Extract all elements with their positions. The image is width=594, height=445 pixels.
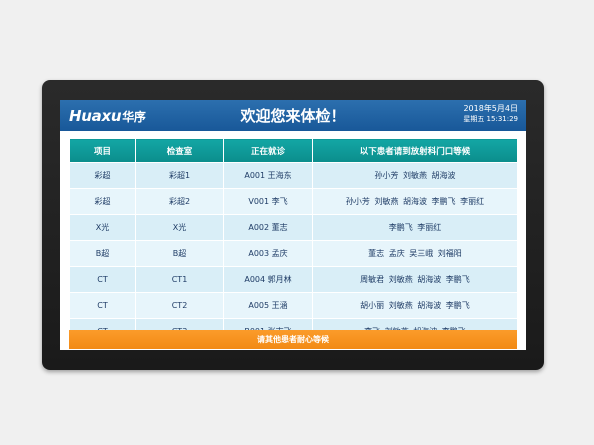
cell-waiting: 李鹏飞 李丽红	[312, 214, 518, 241]
cell-waiting: 董志 孟庆 吴三峨 刘福阳	[312, 240, 518, 267]
column-header-waiting: 以下患者请到放射科门口等候	[312, 138, 518, 163]
cell-waiting: 周敏君 刘敏燕 胡海波 李鹏飞	[312, 266, 518, 293]
cell-current: V001 李飞	[223, 188, 313, 215]
cell-item: X光	[69, 214, 136, 241]
monitor-frame: Huaxu华序 欢迎您来体检！ 2018年5月4日 星期五 15:31:29 项…	[42, 80, 544, 370]
table-row: CT CT2 A005 王涵 胡小丽 刘敏燕 胡海波 李鹏飞	[69, 292, 518, 319]
display-screen: Huaxu华序 欢迎您来体检！ 2018年5月4日 星期五 15:31:29 项…	[60, 100, 526, 350]
cell-waiting: 胡小丽 刘敏燕 胡海波 李鹏飞	[312, 292, 518, 319]
cell-room: CT1	[135, 266, 224, 293]
page-title: 欢迎您来体检！	[240, 107, 346, 125]
table-row: X光 X光 A002 董志 李鹏飞 李丽红	[69, 214, 518, 241]
column-header-current: 正在就诊	[223, 138, 313, 163]
date-text: 2018年5月4日	[463, 104, 518, 113]
cell-item: 彩超	[69, 162, 136, 189]
queue-table: 项目 检查室 正在就诊 以下患者请到放射科门口等候 彩超 彩超1 A001 王海…	[69, 138, 518, 345]
column-header-item: 项目	[69, 138, 136, 163]
cell-item: B超	[69, 240, 136, 267]
cell-room: B超	[135, 240, 224, 267]
cell-current: A005 王涵	[223, 292, 313, 319]
notice-text: 请其他患者耐心等候	[257, 335, 329, 344]
cell-waiting: 孙小芳 刘敏燕 胡海波 李鹏飞 李丽红	[312, 188, 518, 215]
cell-item: CT	[69, 292, 136, 319]
cell-current: A004 郭月林	[223, 266, 313, 293]
cell-room: 彩超1	[135, 162, 224, 189]
cell-room: CT2	[135, 292, 224, 319]
cell-item: 彩超	[69, 188, 136, 215]
cell-room: X光	[135, 214, 224, 241]
cell-waiting: 孙小芳 刘敏燕 胡海波	[312, 162, 518, 189]
cell-room: 彩超2	[135, 188, 224, 215]
table-row: B超 B超 A003 孟庆 董志 孟庆 吴三峨 刘福阳	[69, 240, 518, 267]
weekday-time-text: 星期五 15:31:29	[463, 115, 518, 123]
table-header-row: 项目 检查室 正在就诊 以下患者请到放射科门口等候	[69, 138, 518, 163]
header-bar: Huaxu华序 欢迎您来体检！ 2018年5月4日 星期五 15:31:29	[60, 100, 526, 131]
cell-item: CT	[69, 266, 136, 293]
table-row: 彩超 彩超2 V001 李飞 孙小芳 刘敏燕 胡海波 李鹏飞 李丽红	[69, 188, 518, 215]
notice-bar: 请其他患者耐心等候	[69, 330, 517, 349]
datetime-display: 2018年5月4日 星期五 15:31:29	[463, 104, 518, 124]
table-row: 彩超 彩超1 A001 王海东 孙小芳 刘敏燕 胡海波	[69, 162, 518, 189]
cell-current: A002 董志	[223, 214, 313, 241]
cell-current: A001 王海东	[223, 162, 313, 189]
column-header-room: 检查室	[135, 138, 224, 163]
cell-current: A003 孟庆	[223, 240, 313, 267]
table-row: CT CT1 A004 郭月林 周敏君 刘敏燕 胡海波 李鹏飞	[69, 266, 518, 293]
